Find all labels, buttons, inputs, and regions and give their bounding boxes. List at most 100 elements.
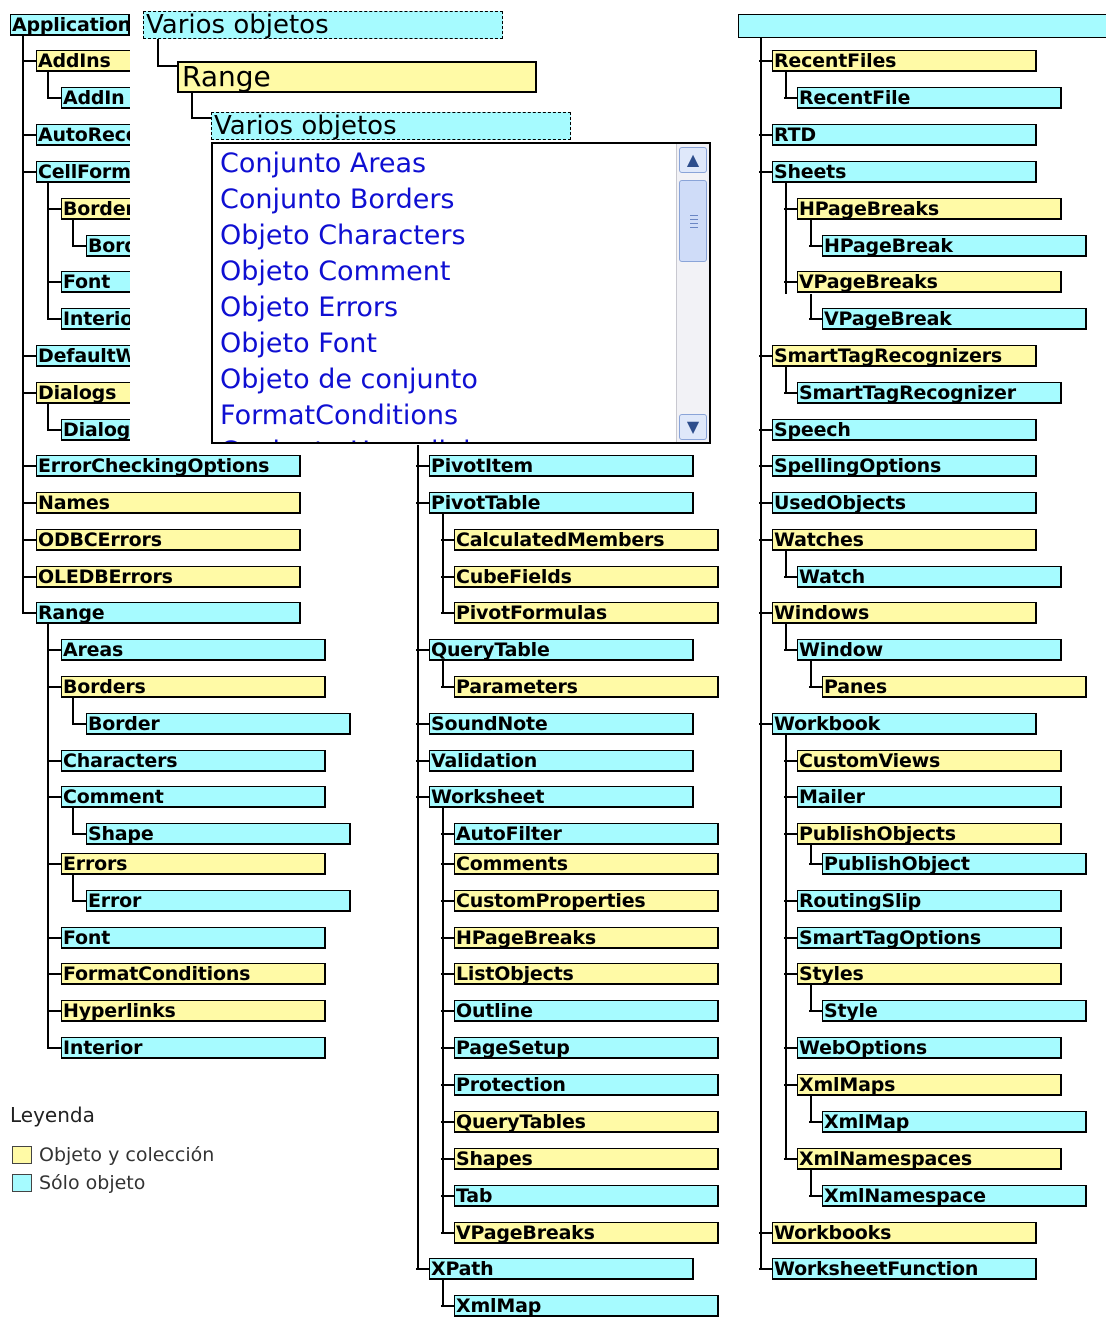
tree-node-weboptions[interactable]: WebOptions [797, 1037, 1062, 1059]
tree-node-workbook[interactable]: Workbook [772, 713, 1037, 735]
tree-node-font[interactable]: Font [61, 927, 326, 949]
scroll-thumb[interactable] [679, 180, 707, 262]
tree-node-recentfile[interactable]: RecentFile [797, 87, 1062, 109]
listbox-item[interactable]: FormatConditions [220, 400, 458, 432]
tree-node-comment[interactable]: Comment [61, 786, 326, 808]
tree-node-pivotformulas[interactable]: PivotFormulas [454, 602, 719, 624]
tree-node-smarttagrecognizers[interactable]: SmartTagRecognizers [772, 345, 1037, 367]
tree-node-xmlmap[interactable]: XmlMap [454, 1295, 719, 1317]
tree-node-worksheetfunction[interactable]: WorksheetFunction [772, 1258, 1037, 1280]
listbox-item[interactable]: Objeto Characters [220, 220, 466, 252]
tree-node-tab[interactable]: Tab [454, 1185, 719, 1207]
tree-node-comments[interactable]: Comments [454, 853, 719, 875]
tree-node-application[interactable]: Application [10, 14, 130, 36]
tree-node-protection[interactable]: Protection [454, 1074, 719, 1096]
tree-node-customviews[interactable]: CustomViews [797, 750, 1062, 772]
tree-node-publishobject[interactable]: PublishObject [822, 853, 1087, 875]
tree-node-sheets[interactable]: Sheets [772, 161, 1037, 183]
listbox-scrollbar[interactable]: ▲ ▼ [676, 144, 709, 442]
objects-listbox[interactable]: Conjunto Areas Conjunto Borders Objeto Cha… [211, 142, 711, 444]
tree-node-parameters[interactable]: Parameters [454, 676, 719, 698]
tree-node-names[interactable]: Names [36, 492, 301, 514]
scroll-down-button[interactable]: ▼ [679, 414, 707, 440]
tree-node-smarttagoptions[interactable]: SmartTagOptions [797, 927, 1062, 949]
tree-node-border[interactable]: Border [86, 713, 351, 735]
tree-node-xmlnamespace[interactable]: XmlNamespace [822, 1185, 1087, 1207]
tree-node-characters[interactable]: Characters [61, 750, 326, 772]
tree-node-vpagebreak[interactable]: VPageBreak [822, 308, 1087, 330]
tree-node-oledberrors[interactable]: OLEDBErrors [36, 566, 301, 588]
listbox-item[interactable]: Objeto Comment [220, 256, 450, 288]
tree-node-mailer[interactable]: Mailer [797, 786, 1062, 808]
tree-node-shapes[interactable]: Shapes [454, 1148, 719, 1170]
tree-node-window[interactable]: Window [797, 639, 1062, 661]
tree-node-querytables[interactable]: QueryTables [454, 1111, 719, 1133]
tree-node-xpath[interactable]: XPath [429, 1258, 694, 1280]
tree-node-panes[interactable]: Panes [822, 676, 1087, 698]
tree-node-error[interactable]: Error [86, 890, 351, 912]
tree-node-shape[interactable]: Shape [86, 823, 351, 845]
tree-node-odbcerrors[interactable]: ODBCErrors [36, 529, 301, 551]
tree-node-formatconditions[interactable]: FormatConditions [61, 963, 326, 985]
listbox-item[interactable]: Conjunto Hyperlinks [220, 436, 493, 442]
tree-node-soundnote[interactable]: SoundNote [429, 713, 694, 735]
tree-node-cubefields[interactable]: CubeFields [454, 566, 719, 588]
tree-node-usedobjects[interactable]: UsedObjects [772, 492, 1037, 514]
tree-node-publishobjects[interactable]: PublishObjects [797, 823, 1062, 845]
tree-node-addins[interactable]: AddIns [36, 50, 136, 72]
tree-node-pagesetup[interactable]: PageSetup [454, 1037, 719, 1059]
tree-node-range[interactable]: Range [36, 602, 301, 624]
tree-node-errors[interactable]: Errors [61, 853, 326, 875]
tree-node-watch[interactable]: Watch [797, 566, 1062, 588]
listbox-item[interactable]: Objeto de conjunto [220, 364, 478, 396]
tree-node-routingslip[interactable]: RoutingSlip [797, 890, 1062, 912]
tree-node-smarttagrecognizer[interactable]: SmartTagRecognizer [797, 382, 1062, 404]
tree-node-listobjects[interactable]: ListObjects [454, 963, 719, 985]
tree-node-xmlmap[interactable]: XmlMap [822, 1111, 1087, 1133]
tree-node-rtd[interactable]: RTD [772, 124, 1037, 146]
tree-node-vpagebreaks[interactable]: VPageBreaks [454, 1222, 719, 1244]
tree-node-hpagebreaks[interactable]: HPageBreaks [454, 927, 719, 949]
tree-node-autofilter[interactable]: AutoFilter [454, 823, 719, 845]
tree-node-validation[interactable]: Validation [429, 750, 694, 772]
tree-node-autorecover[interactable]: AutoRecover [36, 124, 136, 146]
tree-node-addin[interactable]: AddIn [61, 87, 141, 109]
tree-node-calculatedmembers[interactable]: CalculatedMembers [454, 529, 719, 551]
tree-node-pivottable[interactable]: PivotTable [429, 492, 694, 514]
tree-node-recentfiles[interactable]: RecentFiles [772, 50, 1037, 72]
tree-node-dialog[interactable]: Dialog [61, 419, 141, 441]
tree-node-querytable[interactable]: QueryTable [429, 639, 694, 661]
tree-node-style[interactable]: Style [822, 1000, 1087, 1022]
tree-node-spellingoptions[interactable]: SpellingOptions [772, 455, 1037, 477]
tree-node-defaultweboptions[interactable]: DefaultWebOptions [36, 345, 136, 367]
tree-node-areas[interactable]: Areas [61, 639, 326, 661]
tree-node-dialogs[interactable]: Dialogs [36, 382, 136, 404]
tree-node-vpagebreaks[interactable]: VPageBreaks [797, 271, 1062, 293]
tree-node-outline[interactable]: Outline [454, 1000, 719, 1022]
tree-node-errorcheckingoptions[interactable]: ErrorCheckingOptions [36, 455, 301, 477]
tree-node-customproperties[interactable]: CustomProperties [454, 890, 719, 912]
tree-node-hpagebreaks[interactable]: HPageBreaks [797, 198, 1062, 220]
tree-node-interior[interactable]: Interior [61, 1037, 326, 1059]
listbox-item[interactable]: Conjunto Borders [220, 184, 454, 216]
listbox-item[interactable]: Objeto Errors [220, 292, 398, 324]
tree-node-hpagebreak[interactable]: HPageBreak [822, 235, 1087, 257]
tree-node-watches[interactable]: Watches [772, 529, 1037, 551]
tree-node-interior[interactable]: Interior [61, 308, 141, 330]
tree-node-styles[interactable]: Styles [797, 963, 1062, 985]
tree-node-cellformat[interactable]: CellFormat [36, 161, 136, 183]
tree-node-xmlnamespaces[interactable]: XmlNamespaces [797, 1148, 1062, 1170]
tree-node-speech[interactable]: Speech [772, 419, 1037, 441]
tree-node-worksheet[interactable]: Worksheet [429, 786, 694, 808]
tree-node-hyperlinks[interactable]: Hyperlinks [61, 1000, 326, 1022]
listbox-item[interactable]: Conjunto Areas [220, 148, 426, 180]
listbox-item[interactable]: Objeto Font [220, 328, 377, 360]
scroll-up-button[interactable]: ▲ [679, 147, 707, 173]
tree-node-windows[interactable]: Windows [772, 602, 1037, 624]
tree-node-pivotitem[interactable]: PivotItem [429, 455, 694, 477]
tree-node-font[interactable]: Font [61, 271, 141, 293]
tree-node-xmlmaps[interactable]: XmlMaps [797, 1074, 1062, 1096]
tree-node-workbooks[interactable]: Workbooks [772, 1222, 1037, 1244]
tree-node-borders[interactable]: Borders [61, 676, 326, 698]
tree-node-borders[interactable]: Borders [61, 198, 141, 220]
